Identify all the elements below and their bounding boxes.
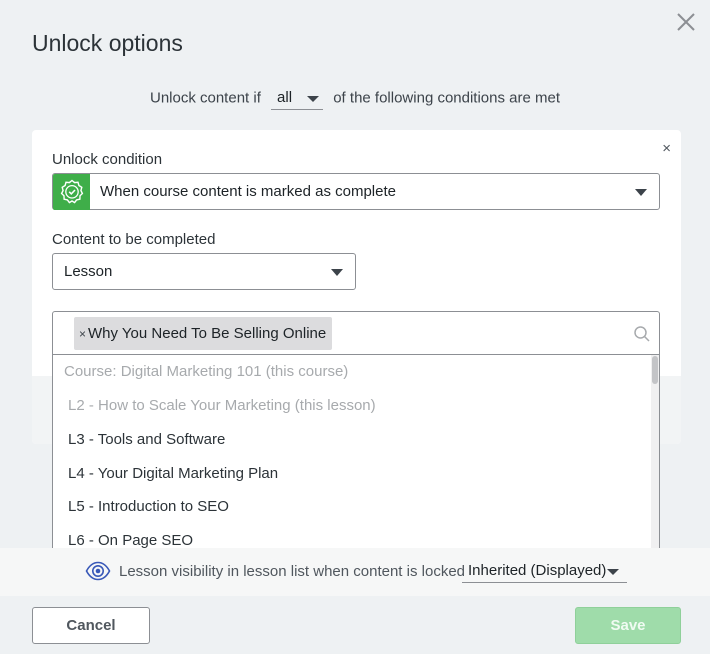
search-icon bbox=[634, 326, 650, 342]
visibility-value: Inherited (Displayed) bbox=[468, 562, 607, 579]
condition-mode-select[interactable]: all bbox=[271, 86, 324, 110]
save-button[interactable]: Save bbox=[575, 607, 681, 644]
visibility-label: Lesson visibility in lesson list when co… bbox=[119, 563, 466, 580]
unlock-condition-value: When course content is marked as complet… bbox=[100, 183, 396, 200]
content-type-select[interactable]: Lesson bbox=[52, 253, 356, 290]
chip-label: Why You Need To Be Selling Online bbox=[88, 325, 327, 342]
dialog-footer: Cancel Save bbox=[0, 596, 710, 654]
unlock-rule-row: Unlock content if all of the following c… bbox=[0, 86, 710, 110]
cancel-button[interactable]: Cancel bbox=[32, 607, 150, 644]
rule-suffix: of the following conditions are met bbox=[333, 89, 561, 107]
unlock-options-dialog: Unlock options Unlock content if all of … bbox=[0, 0, 710, 654]
dropdown-option[interactable]: L3 - Tools and Software bbox=[53, 423, 653, 457]
dropdown-option: L2 - How to Scale Your Marketing (this l… bbox=[68, 397, 376, 414]
visibility-row: Lesson visibility in lesson list when co… bbox=[0, 548, 710, 596]
dialog-title: Unlock options bbox=[32, 30, 183, 56]
eye-icon bbox=[85, 561, 111, 581]
close-icon[interactable] bbox=[674, 10, 698, 34]
dropdown-option[interactable]: L4 - Your Digital Marketing Plan bbox=[53, 457, 653, 491]
lesson-multiselect-input[interactable]: × Why You Need To Be Selling Online bbox=[52, 311, 660, 355]
rule-prefix: Unlock content if bbox=[149, 89, 261, 107]
visibility-select[interactable]: Inherited (Displayed) bbox=[462, 559, 627, 583]
badge-check-icon bbox=[53, 174, 90, 210]
selected-lesson-chip: × Why You Need To Be Selling Online bbox=[74, 317, 333, 350]
dropdown-option: Course: Digital Marketing 101 (this cour… bbox=[64, 363, 349, 380]
lesson-options-dropdown: Course: Digital Marketing 101 (this cour… bbox=[52, 355, 660, 559]
scrollbar-thumb[interactable] bbox=[652, 356, 658, 384]
unlock-condition-select[interactable]: When course content is marked as complet… bbox=[52, 173, 660, 210]
dropdown-scrollbar[interactable] bbox=[651, 355, 659, 558]
unlock-condition-label: Unlock condition bbox=[52, 151, 163, 168]
chevron-down-icon bbox=[331, 269, 343, 276]
content-to-complete-label: Content to be completed bbox=[52, 231, 216, 248]
chevron-down-icon bbox=[635, 189, 647, 196]
chevron-down-icon bbox=[307, 96, 320, 102]
chevron-down-icon bbox=[607, 569, 619, 575]
chip-remove-icon[interactable]: × bbox=[79, 327, 86, 341]
condition-mode-value: all bbox=[277, 89, 293, 106]
remove-condition-icon[interactable]: × bbox=[662, 140, 671, 157]
content-type-value: Lesson bbox=[64, 263, 113, 280]
dropdown-option[interactable]: L5 - Introduction to SEO bbox=[53, 490, 653, 524]
